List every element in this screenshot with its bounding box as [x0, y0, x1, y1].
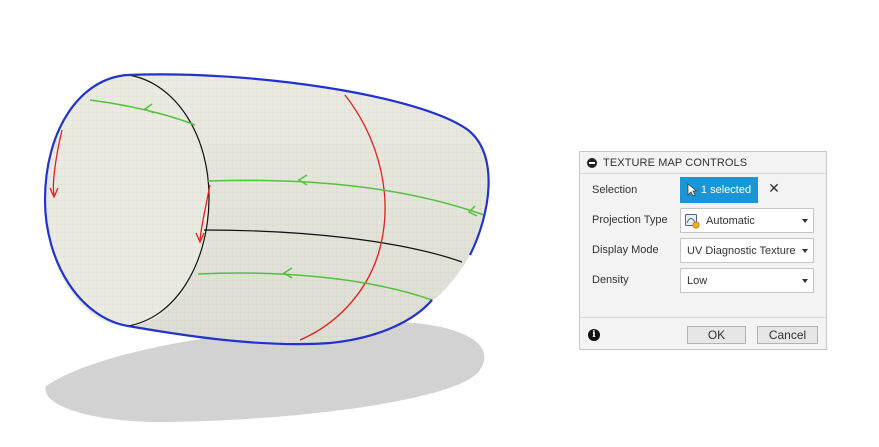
projection-type-value: Automatic: [706, 214, 755, 227]
projection-type-label: Projection Type: [592, 214, 668, 226]
surface-body: [45, 74, 489, 345]
selection-count: 1 selected: [700, 184, 752, 196]
texture-map-controls-panel: TEXTURE MAP CONTROLS Selection 1 selecte…: [579, 151, 827, 350]
ok-button[interactable]: OK: [687, 326, 746, 344]
projection-type-dropdown[interactable]: Automatic: [680, 208, 814, 233]
display-mode-dropdown[interactable]: UV Diagnostic Texture: [680, 238, 814, 263]
selection-label: Selection: [592, 184, 638, 196]
display-mode-row: Display Mode UV Diagnostic Texture: [580, 238, 826, 263]
projection-icon: [685, 213, 700, 229]
collapse-icon[interactable]: [587, 157, 597, 168]
density-dropdown[interactable]: Low: [680, 268, 814, 293]
cancel-button[interactable]: Cancel: [757, 326, 818, 344]
density-row: Density Low: [580, 268, 826, 293]
panel-header: TEXTURE MAP CONTROLS: [580, 152, 826, 174]
selection-button[interactable]: 1 selected: [680, 177, 758, 203]
display-mode-value: UV Diagnostic Texture: [687, 244, 796, 257]
density-value: Low: [687, 274, 708, 287]
selection-row: Selection 1 selected ✕: [580, 177, 826, 203]
panel-footer: i OK Cancel: [580, 317, 826, 350]
cursor-icon: [687, 183, 697, 197]
display-mode-label: Display Mode: [592, 244, 659, 256]
chevron-down-icon: [802, 248, 808, 253]
density-label: Density: [592, 274, 629, 286]
panel-title: TEXTURE MAP CONTROLS: [603, 156, 748, 169]
clear-selection-icon[interactable]: ✕: [768, 181, 780, 195]
chevron-down-icon: [802, 278, 808, 283]
info-icon[interactable]: i: [588, 329, 600, 341]
chevron-down-icon: [802, 218, 808, 223]
projection-type-row: Projection Type Automatic: [580, 208, 826, 233]
